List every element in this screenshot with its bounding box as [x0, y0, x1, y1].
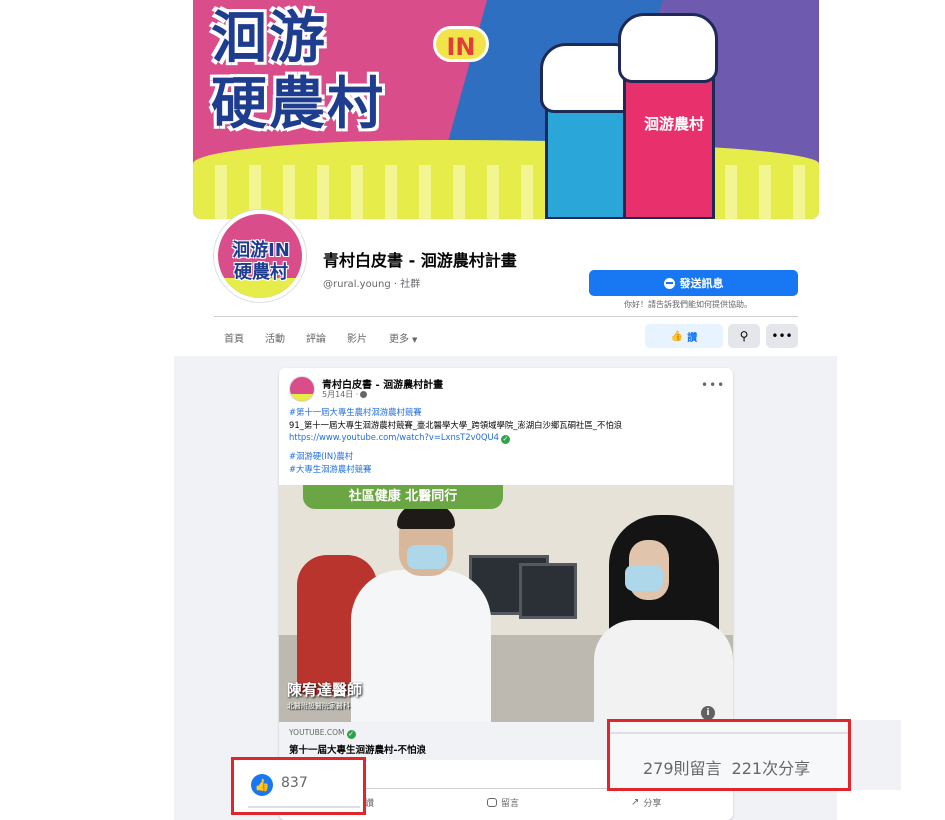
thumbs-up-icon: 👍 [670, 330, 684, 342]
tab-more[interactable]: 更多 ▼ [389, 330, 417, 345]
tab-videos[interactable]: 影片 [347, 330, 367, 345]
comment-icon [487, 798, 497, 807]
post-date[interactable]: 5月14日 · [322, 389, 368, 400]
cover-title-line2: 硬農村 [211, 72, 385, 137]
page-title: 青村白皮書 - 洄游農村計畫 [323, 251, 517, 270]
comment-action-label: 留言 [501, 799, 520, 809]
search-icon: ⚲ [739, 329, 749, 343]
share-action-label: 分享 [643, 799, 662, 809]
search-button[interactable]: ⚲ [728, 324, 760, 348]
fist-illustration-pink: 洄游農村 [618, 13, 718, 219]
verified-check-icon: ✓ [500, 435, 510, 444]
page-handle: @rural.young · 社群 [323, 279, 421, 290]
post-avatar-wave [290, 394, 314, 401]
like-reaction-icon: 👍 [251, 774, 273, 796]
fist-icon [618, 13, 718, 83]
avatar-text-line1: 洄游IN [232, 240, 290, 261]
like-action[interactable]: 讚 [365, 796, 374, 809]
comment-action[interactable]: 留言 [487, 796, 519, 809]
video-monitor [519, 563, 577, 619]
stats-divider [610, 732, 848, 734]
post-hashtag[interactable]: #洄游硬(IN)農村 [289, 450, 353, 462]
likes-divider [248, 806, 360, 808]
send-message-label: 發送訊息 [679, 277, 724, 290]
video-caption: 陳宥達醫師 [287, 681, 363, 699]
globe-icon [360, 391, 368, 398]
more-options-button[interactable]: ••• [766, 324, 798, 348]
likes-count[interactable]: 837 [281, 775, 308, 791]
tab-more-label: 更多 [389, 334, 409, 345]
like-page-label: 讚 [687, 332, 698, 344]
tab-reviews[interactable]: 評論 [306, 330, 326, 345]
post-hashtag[interactable]: #大專生洄游農村競賽 [289, 463, 371, 475]
link-title: 第十一屆大專生洄游農村-不怕浪 [289, 745, 426, 756]
comments-count[interactable]: 279則留言 [643, 759, 722, 778]
avatar-text-line2: 硬農村 [234, 262, 288, 283]
avatar-text: 洄游IN 硬農村 [226, 240, 296, 284]
video-doctor-mask [407, 545, 447, 569]
fist-illustration-blue [540, 43, 640, 219]
send-message-button[interactable]: 發送訊息 [589, 270, 798, 296]
more-icon: ••• [771, 329, 793, 343]
stats-text: 279則留言 221次分享 [643, 755, 810, 779]
share-action[interactable]: ↗ 分享 [631, 796, 661, 809]
verified-check-icon: ✓ [346, 730, 356, 739]
video-sign: 社區健康 北醫同行 [303, 485, 503, 509]
post-hashtag[interactable]: #第十一屆大專生農村洄游農村競賽 [289, 406, 422, 418]
share-icon: ↗ [631, 797, 640, 808]
post-date-text: 5月14日 · [322, 390, 359, 399]
like-action-label: 讚 [365, 799, 375, 809]
cover-stripes [193, 165, 819, 219]
tab-events[interactable]: 活動 [265, 330, 285, 345]
page: 洄游 硬農村 IN 洄游農村 洄游IN 硬農村 青村白皮書 - 洄游農村計畫 @… [0, 0, 945, 820]
messenger-icon [663, 277, 675, 289]
chevron-down-icon: ▼ [412, 336, 418, 344]
cover-fist-label: 洄游農村 [643, 115, 704, 133]
respond-note: 你好！請告訴我們能如何提供協助。 [624, 300, 752, 309]
tab-home[interactable]: 首頁 [224, 330, 244, 345]
post-text: 91_第十一屆大專生洄游農村競賽_臺北醫學大學_跨領域學院_澎湖白沙鄉瓦硐社區_… [289, 420, 623, 430]
cover-photo[interactable]: 洄游 硬農村 IN 洄游農村 [193, 0, 819, 219]
post-link-line: https://www.youtube.com/watch?v=LxnsT2v0… [289, 432, 510, 444]
post-avatar[interactable] [289, 376, 315, 402]
info-icon[interactable]: i [701, 706, 715, 720]
post-more-icon[interactable]: ••• [701, 378, 725, 392]
cover-in-badge: IN [433, 26, 489, 62]
like-page-button[interactable]: 👍 讚 [645, 324, 723, 348]
likes-highlight-box: 👍 837 [231, 757, 366, 815]
post-url[interactable]: https://www.youtube.com/watch?v=LxnsT2v0… [289, 432, 499, 442]
page-avatar[interactable]: 洄游IN 硬農村 [214, 210, 306, 302]
link-domain: YOUTUBE.COM ✓ [289, 728, 356, 739]
stats-highlight-box: 279則留言 221次分享 [607, 719, 851, 791]
video-subcaption: 北醫附設醫院家醫科 [287, 702, 350, 710]
video-doctor-coat [351, 570, 491, 722]
header-divider [214, 316, 798, 317]
video-thumbnail[interactable]: 社區健康 北醫同行 陳宥達醫師 北醫附設醫院家醫科 i [279, 485, 733, 722]
shares-count[interactable]: 221次分享 [732, 759, 811, 778]
link-domain-text: YOUTUBE.COM [289, 728, 345, 737]
video-patient-mask [625, 565, 663, 591]
